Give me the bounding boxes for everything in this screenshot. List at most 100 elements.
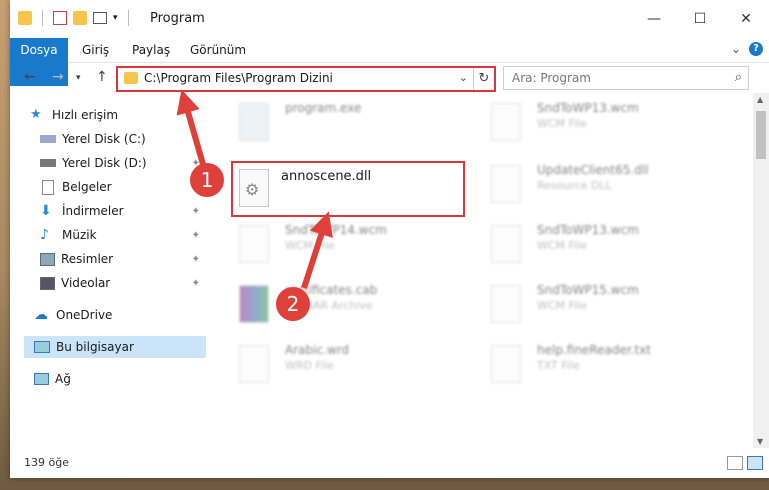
scroll-up-icon[interactable]: ▲ (757, 95, 763, 104)
view-icon[interactable] (93, 12, 107, 24)
nav-item-videolar[interactable]: Videolar ✦ (40, 272, 206, 294)
documents-icon (42, 179, 54, 195)
file-item[interactable]: SndToWP13.wcm WCM File (483, 99, 723, 147)
status-bar: 139 öğe (10, 448, 769, 478)
videos-icon (40, 276, 55, 290)
tab-giris[interactable]: Giriş (82, 38, 109, 62)
nav-item-quick-access[interactable]: ★ Hızlı erişim (30, 104, 226, 126)
details-view-icon[interactable] (727, 456, 743, 470)
nav-item-ag[interactable]: Ağ (34, 368, 206, 390)
search-icon: ⌕ (734, 70, 742, 85)
file-item[interactable]: Arabic.wrd WRD File (231, 341, 471, 389)
search-box[interactable]: Ara: Program ⌕ (503, 66, 749, 90)
close-button[interactable]: ✕ (723, 0, 769, 38)
nav-label: Ağ (55, 372, 71, 386)
navigation-bar: ← → ▾ ↑ C:\Program Files\Program Dizini … (10, 63, 769, 93)
file-type: WCM File (537, 239, 587, 252)
nav-label: İndirmeler (62, 204, 124, 218)
nav-item-bu-bilgisayar[interactable]: Bu bilgisayar (24, 336, 206, 358)
customize-chevron-icon[interactable]: ▾ (113, 13, 118, 23)
nav-item-local-disk-d[interactable]: Yerel Disk (D:) ✦ (40, 152, 206, 174)
new-folder-icon[interactable] (73, 11, 87, 25)
pin-icon[interactable]: ✦ (192, 278, 200, 289)
tab-gorunum[interactable]: Görünüm (190, 38, 246, 62)
help-icon[interactable]: ? (749, 42, 763, 56)
file-icon (491, 225, 521, 263)
dll-gear-icon (491, 165, 521, 203)
expand-ribbon-icon[interactable]: ⌄ (731, 42, 741, 56)
file-item[interactable]: help.fineReader.txt TXT File (483, 341, 723, 389)
recent-locations-chevron-icon[interactable]: ▾ (76, 73, 81, 83)
file-name: SndToWP13.wcm (537, 101, 639, 115)
explorer-window: ▾ Program — ☐ ✕ Dosya Giriş Paylaş Görün… (10, 0, 769, 478)
large-icons-view-icon[interactable] (747, 456, 763, 470)
file-list: program.exe SndToWP13.wcm WCM File ⚙ ann… (217, 93, 744, 448)
computer-icon (34, 341, 50, 353)
file-item[interactable]: SndToWP14.wcm WCM File (231, 221, 471, 269)
nav-item-belgeler[interactable]: Belgeler ✦ (40, 176, 206, 198)
file-type: Resource DLL (537, 179, 612, 192)
maximize-button[interactable]: ☐ (677, 0, 723, 38)
file-item[interactable]: SndToWP15.wcm WCM File (483, 281, 723, 329)
file-item[interactable]: certificates.cab WinRAR Archive (231, 281, 471, 329)
file-icon (239, 345, 269, 383)
file-icon (491, 103, 521, 141)
scroll-thumb[interactable] (756, 111, 766, 159)
window-controls: — ☐ ✕ (631, 0, 769, 38)
window-title: Program (150, 11, 205, 26)
file-name: program.exe (285, 101, 362, 115)
file-name: SndToWP13.wcm (537, 223, 639, 237)
file-name: annoscene.dll (281, 169, 372, 184)
search-placeholder: Ara: Program (512, 71, 591, 85)
nav-label: Müzik (62, 228, 97, 242)
folder-icon (18, 11, 32, 25)
nav-label: Videolar (61, 276, 111, 290)
nav-item-indirmeler[interactable]: ⬇ İndirmeler ✦ (40, 200, 206, 222)
file-item-annoscene-dll[interactable]: ⚙ annoscene.dll (231, 161, 465, 217)
nav-label: OneDrive (56, 308, 113, 322)
back-arrow-icon[interactable]: ← (24, 69, 36, 85)
file-name: UpdateClient65.dll (537, 163, 649, 177)
vertical-scrollbar[interactable]: ▲ ▼ (753, 93, 769, 448)
forward-arrow-icon[interactable]: → (52, 69, 64, 85)
pin-icon[interactable]: ✦ (192, 206, 200, 217)
file-item[interactable]: SndToWP13.wcm WCM File (483, 221, 723, 269)
scroll-down-icon[interactable]: ▼ (757, 437, 763, 446)
nav-item-resimler[interactable]: Resimler ✦ (40, 248, 206, 270)
nav-item-local-disk-c[interactable]: Yerel Disk (C:) (40, 128, 206, 150)
nav-label: Belgeler (62, 180, 112, 194)
quick-access-toolbar: ▾ (18, 10, 133, 26)
text-file-icon (491, 345, 521, 383)
pictures-icon (40, 252, 55, 266)
up-arrow-icon[interactable]: ↑ (96, 69, 108, 85)
nav-label: Yerel Disk (C:) (62, 132, 146, 146)
file-name: help.fineReader.txt (537, 343, 651, 357)
nav-item-onedrive[interactable]: ☁ OneDrive (34, 304, 206, 326)
file-type: WCM File (537, 117, 587, 130)
file-type: WRD File (285, 359, 334, 372)
address-path: C:\Program Files\Program Dizini (144, 71, 333, 85)
dll-gear-icon: ⚙ (239, 169, 269, 207)
properties-icon[interactable] (53, 11, 67, 25)
tab-paylas[interactable]: Paylaş (132, 38, 170, 62)
file-item[interactable]: program.exe (231, 99, 471, 147)
callout-1: 1 (190, 163, 224, 197)
refresh-icon[interactable]: ↻ (473, 68, 494, 90)
network-icon (34, 373, 49, 385)
pin-icon[interactable]: ✦ (192, 230, 200, 241)
drive-icon (40, 159, 56, 167)
address-bar[interactable]: C:\Program Files\Program Dizini ⌄ ↻ (116, 66, 496, 92)
item-count: 139 öğe (24, 456, 69, 469)
file-item[interactable]: UpdateClient65.dll Resource DLL (483, 161, 723, 209)
file-type: WCM File (537, 299, 587, 312)
pin-icon[interactable]: ✦ (192, 254, 200, 265)
cloud-icon: ☁ (34, 307, 48, 323)
address-dropdown-icon[interactable]: ⌄ (459, 71, 468, 84)
minimize-button[interactable]: — (631, 0, 677, 38)
file-name: Arabic.wrd (285, 343, 350, 357)
file-type: TXT File (537, 359, 580, 372)
divider (42, 10, 43, 26)
exe-file-icon (239, 103, 269, 141)
music-icon: ♪ (40, 227, 49, 243)
nav-item-muzik[interactable]: ♪ Müzik ✦ (40, 224, 206, 246)
